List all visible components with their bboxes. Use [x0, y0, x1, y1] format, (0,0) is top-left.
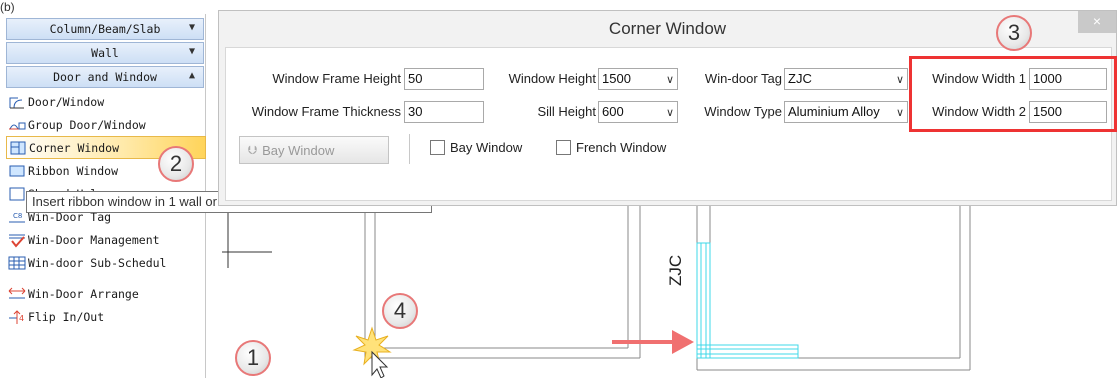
- corner-window-icon: [9, 140, 27, 156]
- window-type-select[interactable]: Aluminium Alloy ∨: [784, 101, 908, 123]
- palette-item-flip-in-out[interactable]: 4 Flip In/Out: [6, 305, 204, 328]
- win-door-tag-icon: C8: [8, 209, 26, 225]
- close-button[interactable]: ×: [1078, 11, 1116, 33]
- window-frame-height-input[interactable]: 50: [404, 68, 484, 90]
- window-height-select[interactable]: 1500 ∨: [598, 68, 678, 90]
- flip-in-out-icon: 4: [8, 309, 26, 325]
- callout-1: 1: [235, 340, 271, 376]
- window-type-label: Window Type: [704, 104, 782, 119]
- win-door-tag-select[interactable]: ZJC ∨: [784, 68, 908, 90]
- win-door-arrange-icon: [8, 286, 26, 302]
- callout-4: 4: [382, 293, 418, 329]
- palette-item-win-door-management[interactable]: Win-Door Management: [6, 228, 204, 251]
- callout-3: 3: [996, 15, 1032, 51]
- palette-item-door-window[interactable]: Door/Window: [6, 90, 204, 113]
- win-door-tag-label: Win-door Tag: [704, 71, 782, 86]
- category-wall[interactable]: Wall ▼: [6, 42, 204, 64]
- dropdown-arrow-icon: ∨: [665, 107, 674, 119]
- window-frame-thickness-label: Window Frame Thickness: [251, 104, 401, 119]
- window-tag-label: ZJC: [666, 254, 685, 286]
- win-door-management-icon: [8, 232, 26, 248]
- chevron-down-icon: ▼: [188, 46, 195, 57]
- callout-2: 2: [158, 146, 194, 182]
- category-door-and-window[interactable]: Door and Window ▲: [6, 66, 204, 88]
- corner-window-preview: [696, 242, 799, 359]
- palette-item-win-door-sub-schedule[interactable]: Win-door Sub-Schedul: [6, 251, 204, 274]
- chevron-up-icon: ▲: [188, 70, 195, 81]
- ribbon-window-icon: [8, 163, 26, 179]
- win-door-sub-schedule-icon: [8, 255, 26, 271]
- dropdown-arrow-icon: ∨: [895, 107, 904, 119]
- insert-arrow: [612, 330, 694, 354]
- window-height-label: Window Height: [508, 71, 596, 86]
- palette-item-group-door-window[interactable]: Group Door/Window: [6, 113, 204, 136]
- sill-height-select[interactable]: 600 ∨: [598, 101, 678, 123]
- door-window-icon: [8, 94, 26, 110]
- group-door-window-icon: [8, 117, 26, 133]
- sill-height-label: Sill Height: [537, 104, 596, 119]
- french-window-checkbox[interactable]: French Window: [556, 140, 666, 155]
- width-highlight-box: [909, 56, 1117, 132]
- svg-text:4: 4: [19, 314, 24, 323]
- dialog-title: Corner Window: [608, 19, 727, 38]
- svg-text:C8: C8: [13, 212, 22, 220]
- window-frame-height-label: Window Frame Height: [272, 71, 401, 86]
- chevron-down-icon: ▼: [188, 22, 195, 33]
- bay-window-button[interactable]: ⮋ Bay Window: [239, 136, 389, 164]
- window-frame-thickness-input[interactable]: 30: [404, 101, 484, 123]
- category-column-beam-slab[interactable]: Column/Beam/Slab ▼: [6, 18, 204, 40]
- separator: [409, 134, 410, 164]
- bay-window-checkbox[interactable]: Bay Window: [430, 140, 522, 155]
- dropdown-arrow-icon: ∨: [665, 74, 674, 86]
- cursor-burst-icon: [352, 326, 392, 378]
- shaped-hole-icon: [8, 186, 26, 202]
- palette-item-win-door-arrange[interactable]: Win-Door Arrange: [6, 282, 204, 305]
- double-chevron-down-icon: ⮋: [248, 142, 258, 157]
- dropdown-arrow-icon: ∨: [895, 74, 904, 86]
